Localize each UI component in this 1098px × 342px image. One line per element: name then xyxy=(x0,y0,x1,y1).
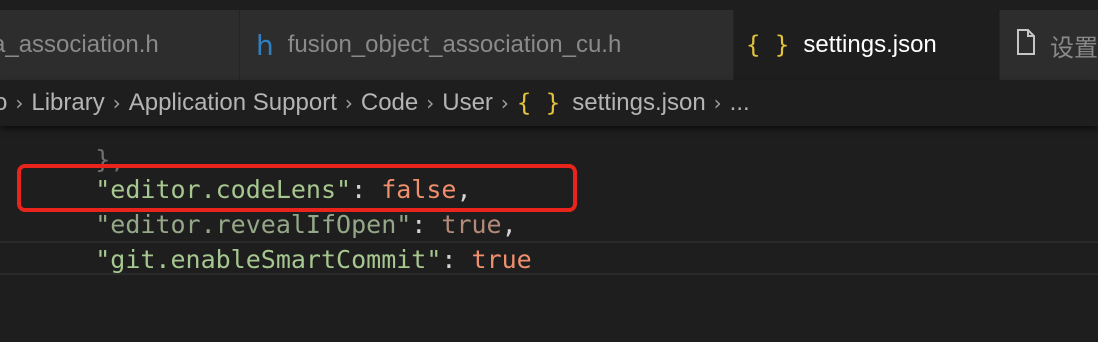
h-file-icon: h xyxy=(256,28,274,62)
tab-settings-json[interactable]: { } settings.json xyxy=(734,10,1000,80)
tab-label: settings.json xyxy=(803,31,937,58)
red-highlight-annotation xyxy=(17,164,577,212)
breadcrumb-item-code[interactable]: Code xyxy=(361,89,418,117)
breadcrumb-item-application-support[interactable]: Application Support xyxy=(129,89,337,117)
json-value: true xyxy=(471,245,532,274)
chevron-right-icon: › xyxy=(112,91,121,115)
chevron-right-icon: › xyxy=(426,91,435,115)
tab-label: fusion_object_association_cu.h xyxy=(287,31,622,58)
json-icon: { } xyxy=(746,31,790,59)
title-strip xyxy=(0,0,1098,10)
breadcrumb: o › Library › Application Support › Code… xyxy=(0,80,1098,126)
json-key: "git.enableSmartCommit" xyxy=(95,245,442,274)
breadcrumb-item-settings-json[interactable]: settings.json xyxy=(572,89,705,117)
tab-settings-ui[interactable]: 设置 xyxy=(1000,10,1098,80)
code-editor[interactable]: }, "editor.codeLens": false, "editor.rev… xyxy=(0,126,1098,342)
code-colon: : xyxy=(441,245,472,274)
breadcrumb-item-more[interactable]: ... xyxy=(730,89,750,117)
tab-a-association-h[interactable]: a_association.h xyxy=(0,10,240,80)
breadcrumb-item-user[interactable]: User xyxy=(442,89,493,117)
tab-fusion-object-association-cu-h[interactable]: h fusion_object_association_cu.h xyxy=(240,10,734,80)
breadcrumb-item-partial[interactable]: o xyxy=(0,89,7,117)
breadcrumb-item-library[interactable]: Library xyxy=(31,89,104,117)
chevron-right-icon: › xyxy=(713,91,722,115)
document-icon xyxy=(1016,28,1036,62)
tab-label: 设置 xyxy=(1050,34,1098,62)
chevron-right-icon: › xyxy=(15,91,24,115)
editor-tab-bar: a_association.h h fusion_object_associat… xyxy=(0,10,1098,80)
chevron-right-icon: › xyxy=(344,91,353,115)
chevron-right-icon: › xyxy=(500,91,509,115)
tab-label: a_association.h xyxy=(0,31,159,58)
json-icon: { } xyxy=(516,89,561,117)
